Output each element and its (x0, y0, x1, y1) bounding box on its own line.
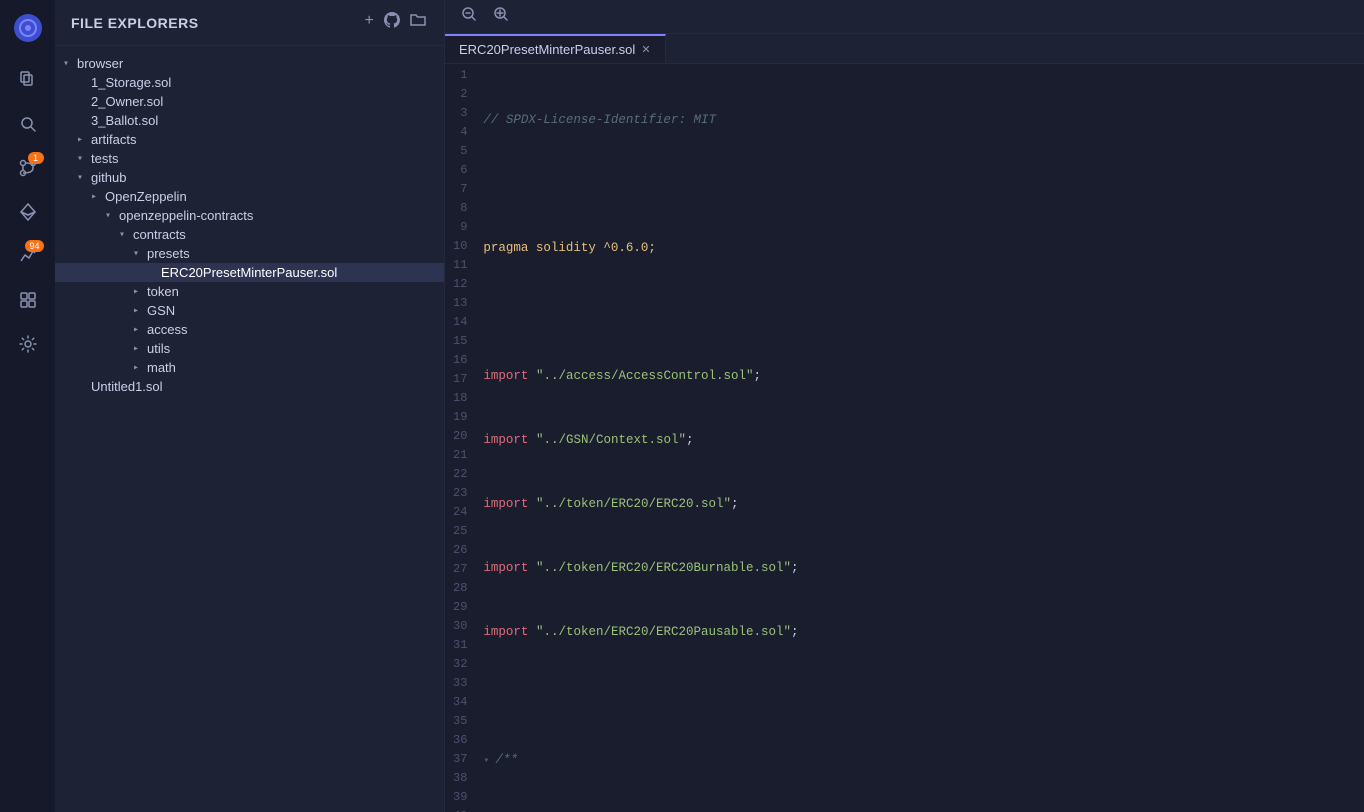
browser-arrow: ▾ (63, 58, 77, 70)
analytics-badge: 94 (25, 240, 43, 252)
github-arrow: ▾ (77, 172, 91, 184)
folder-token[interactable]: ▸ token (55, 282, 444, 301)
search-icon-btn[interactable] (8, 104, 48, 144)
file-2owner[interactable]: 2_Owner.sol (55, 92, 444, 111)
token-arrow: ▸ (133, 286, 147, 298)
editor-tabs: ERC20PresetMinterPauser.sol ✕ (445, 34, 1364, 64)
folder-label-math: math (147, 360, 176, 375)
code-line-5: import "../access/AccessControl.sol"; (479, 367, 1364, 386)
utils-arrow: ▸ (133, 343, 147, 355)
editor-toolbar (445, 0, 1364, 34)
code-line-7: import "../token/ERC20/ERC20.sol"; (479, 495, 1364, 514)
code-line-11: ▾/** (479, 751, 1364, 770)
logo-btn[interactable] (8, 8, 48, 48)
folder-label-artifacts: artifacts (91, 132, 137, 147)
file-1storage[interactable]: 1_Storage.sol (55, 73, 444, 92)
access-arrow: ▸ (133, 324, 147, 336)
folder-openzeppelin-contracts[interactable]: ▾ openzeppelin-contracts (55, 206, 444, 225)
code-line-6: import "../GSN/Context.sol"; (479, 431, 1364, 450)
tests-arrow: ▾ (77, 153, 91, 165)
folder-access[interactable]: ▸ access (55, 320, 444, 339)
browser-root[interactable]: ▾ browser (55, 54, 444, 73)
folder-presets[interactable]: ▾ presets (55, 244, 444, 263)
tab-erc20preset[interactable]: ERC20PresetMinterPauser.sol ✕ (445, 34, 666, 63)
openzeppelin-contracts-arrow: ▾ (105, 210, 119, 222)
folder-label-tests: tests (91, 151, 118, 166)
git-icon-btn[interactable]: 1 (8, 148, 48, 188)
folder-gsn[interactable]: ▸ GSN (55, 301, 444, 320)
folder-openzeppelin[interactable]: ▸ OpenZeppelin (55, 187, 444, 206)
artifacts-arrow: ▸ (77, 134, 91, 146)
file-erc20preset[interactable]: ERC20PresetMinterPauser.sol (55, 263, 444, 282)
folder-math[interactable]: ▸ math (55, 358, 444, 377)
code-line-9: import "../token/ERC20/ERC20Pausable.sol… (479, 623, 1364, 642)
folder-utils[interactable]: ▸ utils (55, 339, 444, 358)
file-label-erc20preset: ERC20PresetMinterPauser.sol (161, 265, 337, 280)
folder-label-openzeppelin: OpenZeppelin (105, 189, 187, 204)
files-icon-btn[interactable] (8, 60, 48, 100)
gsn-arrow: ▸ (133, 305, 147, 317)
folder-label-contracts: contracts (133, 227, 186, 242)
github-action-btn[interactable] (382, 10, 402, 35)
zoom-in-btn[interactable] (489, 4, 513, 29)
folder-action-btn[interactable] (408, 10, 428, 35)
folder-label-openzeppelin-contracts: openzeppelin-contracts (119, 208, 253, 223)
folder-label-utils: utils (147, 341, 170, 356)
folder-contracts[interactable]: ▾ contracts (55, 225, 444, 244)
folder-artifacts[interactable]: ▸ artifacts (55, 130, 444, 149)
analytics-icon-btn[interactable]: 94 (8, 236, 48, 276)
file-label-untitled1: Untitled1.sol (91, 379, 163, 394)
code-line-4 (479, 303, 1364, 322)
folder-label-access: access (147, 322, 187, 337)
ethereum-icon-btn[interactable] (8, 192, 48, 232)
code-line-1: // SPDX-License-Identifier: MIT (479, 111, 1364, 130)
file-label-3ballot: 3_Ballot.sol (91, 113, 158, 128)
folder-label-presets: presets (147, 246, 190, 261)
folder-label-github: github (91, 170, 126, 185)
file-tree: ▾ browser 1_Storage.sol 2_Owner.sol 3_Ba… (55, 46, 444, 812)
code-line-10 (479, 687, 1364, 706)
icon-bar: 1 94 (0, 0, 55, 812)
folder-github[interactable]: ▾ github (55, 168, 444, 187)
code-editor[interactable]: 1 2 3 4 5 6 7 8 9 10 11 12 13 14 15 16 1… (445, 64, 1364, 812)
folder-tests[interactable]: ▾ tests (55, 149, 444, 168)
browser-label: browser (77, 56, 123, 71)
editor-area: ERC20PresetMinterPauser.sol ✕ 1 2 3 4 5 … (445, 0, 1364, 812)
file-label-2owner: 2_Owner.sol (91, 94, 163, 109)
openzeppelin-arrow: ▸ (91, 191, 105, 203)
code-line-2 (479, 175, 1364, 194)
add-file-btn[interactable]: + (362, 10, 376, 35)
settings-icon-btn[interactable] (8, 324, 48, 364)
sidebar-header: FILE EXPLORERS + (55, 0, 444, 46)
sidebar-actions: + (362, 10, 428, 35)
folder-label-gsn: GSN (147, 303, 175, 318)
code-line-8: import "../token/ERC20/ERC20Burnable.sol… (479, 559, 1364, 578)
sidebar: FILE EXPLORERS + ▾ browser 1_Sto (55, 0, 445, 812)
plugins-icon-btn[interactable] (8, 280, 48, 320)
contracts-arrow: ▾ (119, 229, 133, 241)
zoom-out-btn[interactable] (457, 4, 481, 29)
math-arrow: ▸ (133, 362, 147, 374)
git-badge: 1 (28, 152, 44, 164)
file-3ballot[interactable]: 3_Ballot.sol (55, 111, 444, 130)
sidebar-title: FILE EXPLORERS (71, 15, 199, 31)
line-numbers: 1 2 3 4 5 6 7 8 9 10 11 12 13 14 15 16 1… (445, 64, 479, 812)
file-untitled1[interactable]: Untitled1.sol (55, 377, 444, 396)
tab-label: ERC20PresetMinterPauser.sol (459, 42, 635, 57)
tab-close-btn[interactable]: ✕ (641, 43, 650, 56)
presets-arrow: ▾ (133, 248, 147, 260)
code-line-3: pragma solidity ^0.6.0; (479, 239, 1364, 258)
folder-label-token: token (147, 284, 179, 299)
file-label-1storage: 1_Storage.sol (91, 75, 171, 90)
code-content: // SPDX-License-Identifier: MIT pragma s… (479, 64, 1364, 812)
